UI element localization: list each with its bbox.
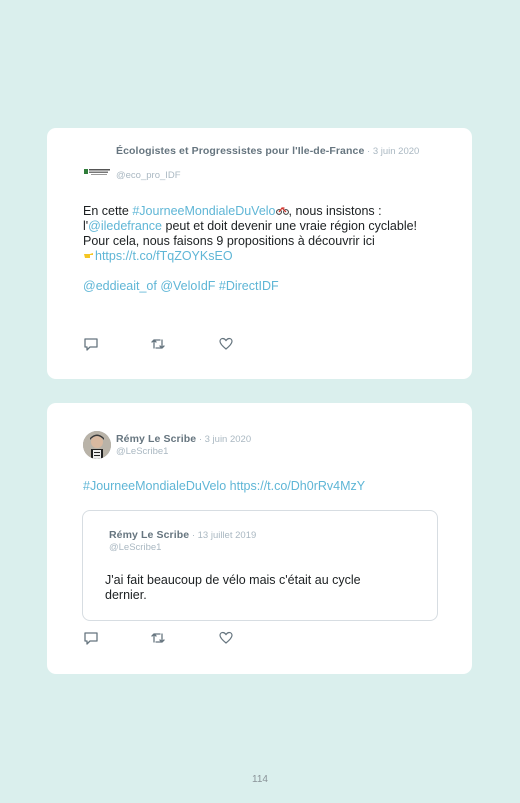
author-name[interactable]: Écologistes et Progressistes pour l'Ile-… <box>116 145 364 157</box>
hashtag-link[interactable]: #JourneeMondialeDuVelo <box>132 204 275 218</box>
tweet-date[interactable]: · 3 juin 2020 <box>196 434 251 445</box>
like-icon[interactable] <box>218 630 234 646</box>
quoted-tweet-date[interactable]: · 13 juillet 2019 <box>189 530 256 541</box>
tweet-date[interactable]: · 3 juin 2020 <box>364 146 419 157</box>
tweet-text-segment: En cette <box>83 204 133 218</box>
page-number: 114 <box>252 774 268 785</box>
url-link[interactable]: https://t.co/Dh0rRv4MzY <box>226 479 365 493</box>
url-link[interactable]: https://t.co/fTqZOYKsEO <box>95 249 233 263</box>
reply-icon[interactable] <box>83 336 99 352</box>
avatar[interactable] <box>83 158 111 186</box>
quoted-author-handle[interactable]: @LeScribe1 <box>109 542 161 553</box>
tweet-text-segment: , nous insistons : <box>288 204 382 218</box>
tweet-text: #JourneeMondialeDuVelo https://t.co/Dh0r… <box>83 479 443 494</box>
quoted-tweet[interactable]: Rémy Le Scribe · 13 juillet 2019 @LeScri… <box>82 510 438 621</box>
quoted-author-name[interactable]: Rémy Le Scribe <box>109 529 189 541</box>
bicycle-emoji-icon <box>275 204 289 218</box>
pointing-hand-icon <box>83 249 95 263</box>
quoted-tweet-header: Rémy Le Scribe · 13 juillet 2019 <box>109 529 256 542</box>
quoted-tweet-text: J'ai fait beaucoup de vélo mais c'était … <box>105 573 361 602</box>
tweet-text: En cette #JourneeMondialeDuVelo , nous in… <box>83 204 443 294</box>
like-icon[interactable] <box>218 336 234 352</box>
author-handle[interactable]: @LeScribe1 <box>116 446 168 457</box>
retweet-icon[interactable] <box>150 630 166 646</box>
tweet-header: Rémy Le Scribe · 3 juin 2020 <box>116 433 436 446</box>
reply-icon[interactable] <box>83 630 99 646</box>
hashtag-link[interactable]: #JourneeMondialeDuVelo <box>83 479 226 493</box>
mention-link[interactable]: @iledefrance <box>88 219 162 233</box>
tweet-card: Écologistes et Progressistes pour l'Ile-… <box>47 128 472 379</box>
author-name[interactable]: Rémy Le Scribe <box>116 433 196 445</box>
mentions-line[interactable]: @eddieait_of @VeloIdF #DirectIDF <box>83 279 279 293</box>
tweet-header: Écologistes et Progressistes pour l'Ile-… <box>116 145 436 158</box>
tweet-card: Rémy Le Scribe · 3 juin 2020 @LeScribe1 … <box>47 403 472 674</box>
retweet-icon[interactable] <box>150 336 166 352</box>
avatar[interactable] <box>83 431 111 459</box>
author-handle[interactable]: @eco_pro_IDF <box>116 170 181 181</box>
